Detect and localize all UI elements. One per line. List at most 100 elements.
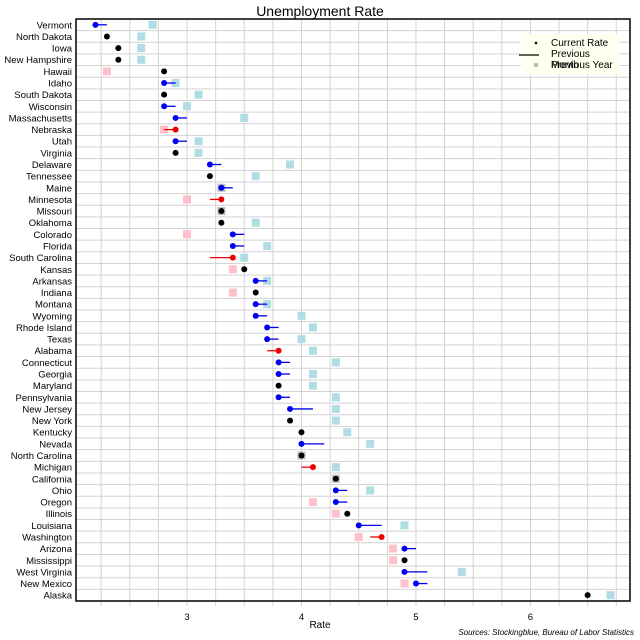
previous-year-marker <box>389 556 398 565</box>
legend-line-icon <box>519 54 539 56</box>
y-tick-label: New York <box>32 416 72 427</box>
legend-item-previous-month: Previous Month <box>519 49 619 71</box>
previous-month-lines <box>95 24 428 585</box>
previous-year-marker <box>354 532 363 541</box>
previous-year-marker <box>137 32 146 41</box>
y-tick-label: Alaska <box>43 591 72 602</box>
y-tick-label: Louisiana <box>31 521 72 532</box>
legend-item-previous-year: Previous Year <box>521 60 619 71</box>
current-rate-point <box>412 580 419 587</box>
x-tick-label: 6 <box>528 612 533 623</box>
current-rate-point <box>298 429 305 436</box>
y-tick-label: Montana <box>35 300 73 311</box>
y-tick-label: Kansas <box>40 265 72 276</box>
y-tick-label: Texas <box>47 335 72 346</box>
current-rate-point <box>252 312 259 319</box>
y-tick-label: North Carolina <box>11 451 73 462</box>
previous-year-marker <box>263 241 272 250</box>
y-tick-label: Colorado <box>33 230 72 241</box>
current-rate-point <box>332 499 339 506</box>
previous-year-marker <box>148 20 157 29</box>
previous-year-marker <box>183 102 192 111</box>
legend: Current Rate Previous Month Previous Yea… <box>519 34 619 74</box>
current-rate-point <box>275 347 282 354</box>
current-rate-point <box>252 277 259 284</box>
y-tick-label: North Dakota <box>16 32 73 43</box>
current-rate-point <box>584 592 591 599</box>
current-rate-point <box>332 475 339 482</box>
current-rate-point <box>103 33 110 40</box>
previous-year-marker <box>331 463 340 472</box>
y-tick-label: Utah <box>52 137 72 148</box>
y-tick-label: Washington <box>22 532 72 543</box>
previous-year-marker <box>343 428 352 437</box>
current-rate-point <box>401 568 408 575</box>
y-tick-label: Arizona <box>40 544 73 555</box>
y-tick-label: Oklahoma <box>29 218 73 229</box>
current-rate-point <box>401 545 408 552</box>
previous-year-marker <box>331 358 340 367</box>
chart-canvas: VermontNorth DakotaIowaNew HampshireHawa… <box>4 18 631 623</box>
previous-year-marker <box>331 509 340 518</box>
y-tick-label: Idaho <box>48 79 72 90</box>
current-rate-point <box>275 359 282 366</box>
previous-year-marker <box>228 288 237 297</box>
previous-year-marker <box>331 404 340 413</box>
y-tick-label: Connecticut <box>22 358 73 369</box>
previous-year-marker <box>308 323 317 332</box>
current-rate-point <box>229 242 236 249</box>
current-rate-point <box>252 289 259 296</box>
current-rate-point <box>241 266 248 273</box>
current-rate-point <box>115 45 122 52</box>
y-tick-label: Delaware <box>32 160 72 171</box>
previous-year-marker <box>228 265 237 274</box>
y-tick-label: Wisconsin <box>29 102 72 113</box>
current-rate-point <box>344 510 351 517</box>
previous-year-marker <box>194 137 203 146</box>
current-rate-point <box>275 371 282 378</box>
previous-year-marker <box>297 335 306 344</box>
y-tick-label: Tennessee <box>26 172 72 183</box>
x-tick-label: 5 <box>413 612 418 623</box>
y-tick-label: Alabama <box>35 346 73 357</box>
legend-label: Current Rate <box>551 38 609 49</box>
y-tick-label: Indiana <box>41 288 73 299</box>
current-rate-point <box>115 56 122 63</box>
x-tick-label: 3 <box>184 612 189 623</box>
current-rate-point <box>172 149 179 156</box>
current-rate-point <box>378 533 385 540</box>
y-tick-label: South Carolina <box>9 253 73 264</box>
y-tick-label: Iowa <box>52 44 73 55</box>
current-rate-point <box>218 219 225 226</box>
y-tick-label: Oregon <box>40 498 72 509</box>
current-rate-point <box>161 103 168 110</box>
grid <box>76 19 630 606</box>
current-rate-point <box>298 440 305 447</box>
previous-year-marker <box>366 486 375 495</box>
y-tick-labels: VermontNorth DakotaIowaNew HampshireHawa… <box>4 20 72 601</box>
previous-year-marker <box>286 160 295 169</box>
current-rate-point <box>161 68 168 75</box>
y-tick-label: Hawaii <box>43 67 72 78</box>
current-rate-point <box>161 91 168 98</box>
current-rate-point <box>355 522 362 529</box>
previous-year-marker <box>389 544 398 553</box>
x-ticks: 3456 <box>184 612 533 623</box>
y-tick-label: Nebraska <box>31 125 72 136</box>
y-tick-label: Maryland <box>33 381 72 392</box>
previous-year-marker <box>102 67 111 76</box>
y-tick-label: Minnesota <box>28 195 73 206</box>
y-tick-label: Pennsylvania <box>15 393 72 404</box>
current-rate-point <box>206 161 213 168</box>
y-tick-label: Illinois <box>46 509 73 520</box>
current-rate-point <box>229 254 236 261</box>
previous-year-marker <box>400 521 409 530</box>
previous-year-marker <box>240 253 249 262</box>
current-rate-point <box>218 184 225 191</box>
previous-year-marker <box>606 591 615 600</box>
previous-year-marker <box>308 370 317 379</box>
current-rate-point <box>229 231 236 238</box>
previous-year-marker <box>251 172 260 181</box>
legend-square-icon <box>534 63 538 67</box>
previous-year-marker <box>251 218 260 227</box>
